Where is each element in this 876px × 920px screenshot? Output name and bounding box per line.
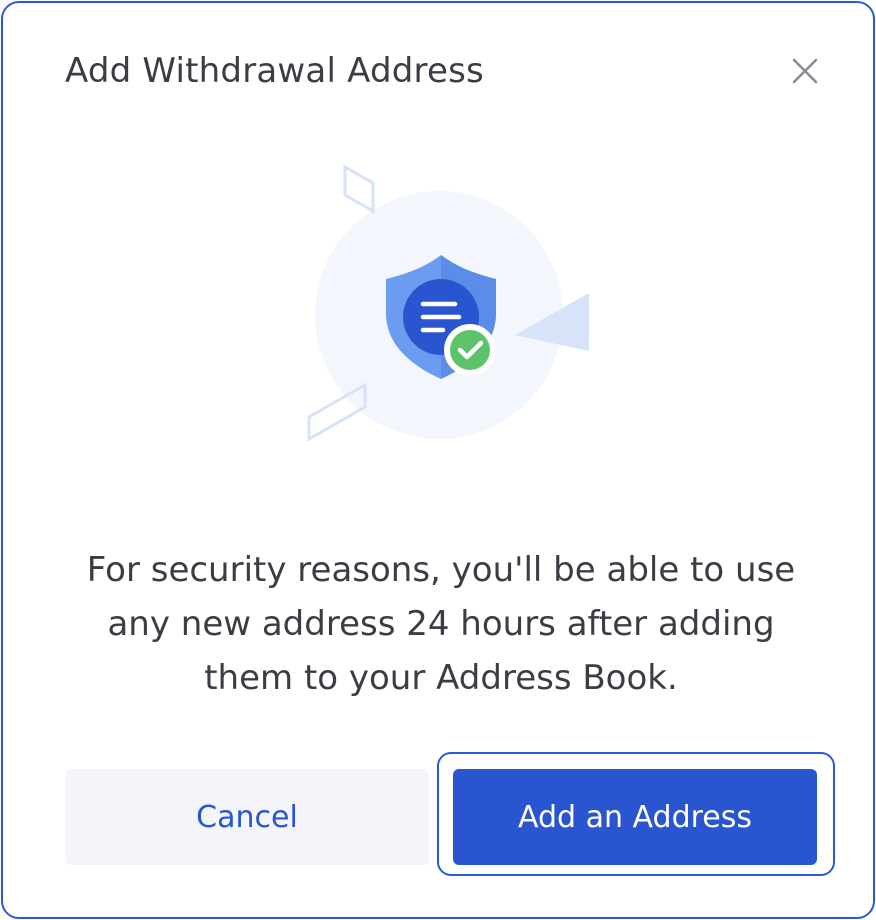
cancel-button[interactable]: Cancel [65, 769, 429, 865]
illustration [293, 153, 603, 463]
shield-check-icon [307, 164, 589, 442]
security-message: For security reasons, you'll be able to … [86, 550, 796, 698]
dialog-title: Add Withdrawal Address [65, 51, 484, 91]
add-withdrawal-address-dialog: Add Withdrawal Address For security reas… [1, 1, 875, 919]
close-icon[interactable] [789, 55, 821, 87]
add-address-button[interactable]: Add an Address [453, 769, 817, 865]
